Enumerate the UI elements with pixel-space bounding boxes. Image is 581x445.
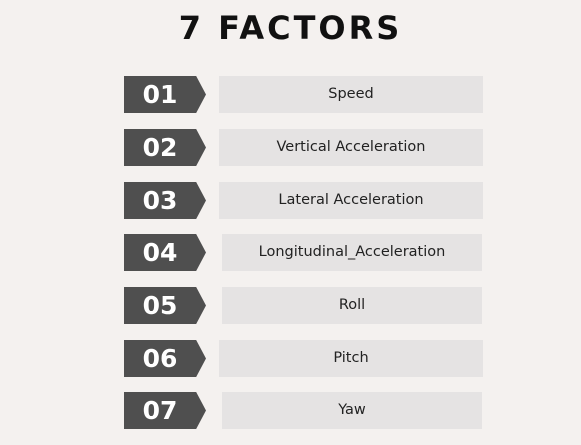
factor-number-tag: 02: [124, 129, 206, 166]
factor-label: Yaw: [222, 392, 482, 429]
factor-item-vertical-acceleration: 02 Vertical Acceleration: [124, 129, 484, 166]
factor-label: Vertical Acceleration: [219, 129, 483, 166]
factor-item-pitch: 06 Pitch: [124, 340, 484, 377]
factor-number-tag: 05: [124, 287, 206, 324]
factor-label: Lateral Acceleration: [219, 182, 483, 219]
factor-number-tag: 07: [124, 392, 206, 429]
factor-label: Longitudinal_Acceleration: [222, 234, 482, 271]
factor-item-lateral-acceleration: 03 Lateral Acceleration: [124, 182, 484, 219]
factor-list: 01 Speed 02 Vertical Acceleration 03 Lat…: [0, 0, 581, 445]
factor-label: Roll: [222, 287, 482, 324]
factor-number-tag: 06: [124, 340, 206, 377]
factor-item-roll: 05 Roll: [124, 287, 484, 324]
factor-label: Pitch: [219, 340, 483, 377]
factor-number-tag: 03: [124, 182, 206, 219]
factor-label: Speed: [219, 76, 483, 113]
factor-item-longitudinal-acceleration: 04 Longitudinal_Acceleration: [124, 234, 484, 271]
factor-number-tag: 01: [124, 76, 206, 113]
factor-item-speed: 01 Speed: [124, 76, 484, 113]
factor-item-yaw: 07 Yaw: [124, 392, 484, 429]
factor-number-tag: 04: [124, 234, 206, 271]
